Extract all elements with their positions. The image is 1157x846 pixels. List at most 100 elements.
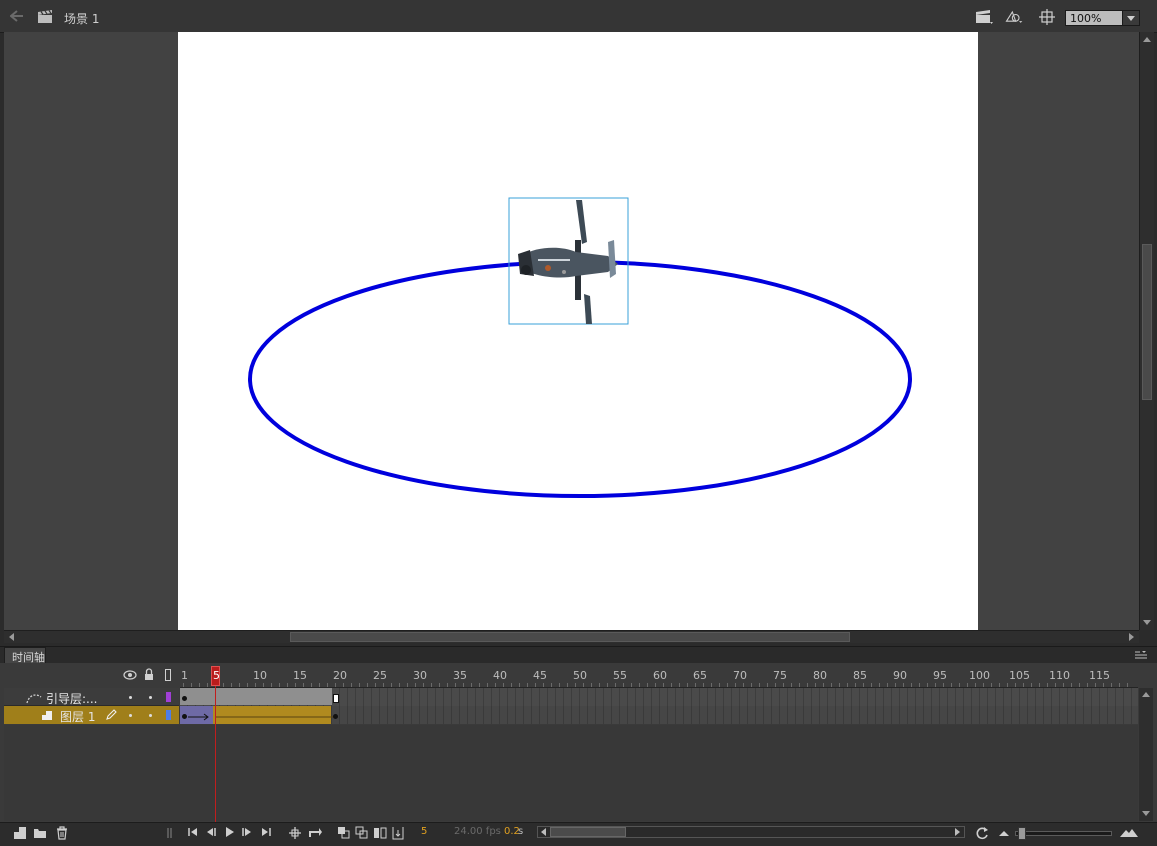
- lock-icon[interactable]: [144, 668, 154, 681]
- edit-multiple-frames-icon[interactable]: [373, 826, 387, 840]
- frame-rate[interactable]: 24.00 fps: [454, 826, 501, 837]
- ruler-tick: [487, 683, 488, 687]
- center-frame-icon[interactable]: [288, 826, 302, 840]
- playhead[interactable]: 5: [211, 666, 220, 686]
- panel-menu-icon[interactable]: [1134, 650, 1148, 660]
- onion-skin-icon[interactable]: [337, 826, 351, 840]
- ruler-tick: [695, 683, 696, 687]
- ruler-number: 95: [933, 669, 947, 682]
- scroll-right-icon[interactable]: [954, 828, 962, 836]
- ruler-tick: [799, 683, 800, 687]
- ruler-tick: [759, 683, 760, 687]
- frame-span[interactable]: [180, 688, 332, 705]
- current-frame[interactable]: 5: [421, 826, 427, 837]
- edit-scene-icon[interactable]: [974, 8, 994, 26]
- stage[interactable]: [178, 32, 978, 630]
- frames-row-layer1[interactable]: [180, 706, 1138, 724]
- layer-row-guide[interactable]: 引导层:...: [4, 688, 179, 706]
- timeline-empty-area[interactable]: [4, 725, 1138, 821]
- zoom-out-mountain-icon[interactable]: [998, 826, 1010, 840]
- keyframe[interactable]: [182, 696, 187, 701]
- outline-icon[interactable]: [165, 669, 171, 681]
- scroll-down-icon[interactable]: [1141, 810, 1151, 818]
- ruler-tick: [191, 683, 192, 687]
- ruler-tick: [423, 683, 424, 687]
- stage-horizontal-scrollbar[interactable]: [4, 630, 1139, 643]
- scroll-right-icon[interactable]: [1128, 632, 1136, 642]
- ruler-tick: [247, 683, 248, 687]
- goto-last-frame-icon[interactable]: [260, 826, 272, 840]
- ruler-number: 55: [613, 669, 627, 682]
- ruler-tick: [639, 683, 640, 687]
- helicopter-symbol[interactable]: [508, 197, 629, 325]
- ruler-tick: [279, 683, 280, 687]
- play-icon[interactable]: [224, 826, 236, 840]
- ruler-tick: [719, 683, 720, 687]
- back-arrow-icon[interactable]: [10, 10, 24, 22]
- loop-icon[interactable]: [307, 826, 323, 840]
- tab-timeline[interactable]: 时间轴: [4, 647, 46, 664]
- ruler-tick: [1071, 683, 1072, 687]
- ruler-tick: [663, 683, 664, 687]
- end-frame[interactable]: [333, 694, 339, 703]
- layer-color-chip[interactable]: [166, 710, 171, 720]
- ruler-tick: [775, 683, 776, 687]
- visibility-dot[interactable]: [129, 714, 132, 717]
- zoom-in-mountain-icon[interactable]: [1119, 826, 1139, 840]
- step-back-icon[interactable]: [205, 826, 217, 840]
- lock-dot[interactable]: [149, 696, 152, 699]
- lock-dot[interactable]: [149, 714, 152, 717]
- ruler-tick: [879, 683, 880, 687]
- onion-skin-outlines-icon[interactable]: [355, 826, 369, 840]
- trash-icon[interactable]: [55, 826, 69, 840]
- ruler-number: 105: [1009, 669, 1030, 682]
- scroll-thumb[interactable]: [550, 827, 626, 837]
- ruler-tick: [1095, 683, 1096, 687]
- ruler-tick: [711, 683, 712, 687]
- ruler-number: 115: [1089, 669, 1110, 682]
- refresh-icon[interactable]: [974, 826, 990, 840]
- timeline-vertical-scrollbar[interactable]: [1139, 688, 1153, 821]
- scroll-left-icon[interactable]: [7, 632, 15, 642]
- scroll-left-icon[interactable]: [539, 828, 547, 836]
- edit-symbol-icon[interactable]: [1004, 8, 1024, 26]
- step-forward-icon[interactable]: [241, 826, 253, 840]
- ruler-tick: [1039, 683, 1040, 687]
- ruler-tick: [399, 683, 400, 687]
- new-folder-icon[interactable]: [33, 826, 47, 840]
- ruler-tick: [863, 683, 864, 687]
- ruler-tick: [991, 683, 992, 687]
- scroll-thumb[interactable]: [290, 632, 850, 642]
- scroll-up-icon[interactable]: [1142, 35, 1152, 43]
- stage-vertical-scrollbar[interactable]: [1139, 32, 1154, 630]
- ruler-tick: [895, 683, 896, 687]
- zoom-select[interactable]: 100%: [1065, 10, 1140, 26]
- visibility-dot[interactable]: [129, 696, 132, 699]
- scroll-thumb[interactable]: [1142, 244, 1152, 400]
- timeline-horizontal-scrollbar[interactable]: [537, 826, 965, 838]
- ruler-tick: [1127, 683, 1128, 687]
- modify-markers-icon[interactable]: [391, 826, 405, 840]
- ruler-tick: [1087, 683, 1088, 687]
- layer-color-chip[interactable]: [166, 692, 171, 702]
- divider-grip-icon[interactable]: [167, 826, 173, 840]
- timeline-zoom-slider[interactable]: [1015, 827, 1112, 840]
- keyframe[interactable]: [333, 714, 338, 719]
- chevron-down-icon[interactable]: [1122, 11, 1139, 25]
- ruler-tick: [919, 683, 920, 687]
- ruler-tick: [1079, 683, 1080, 687]
- eye-icon[interactable]: [123, 670, 137, 680]
- ruler-number: 30: [413, 669, 427, 682]
- scroll-up-icon[interactable]: [1141, 690, 1151, 698]
- new-layer-icon[interactable]: [13, 826, 27, 840]
- layer-row-layer1[interactable]: 图层 1: [4, 706, 179, 724]
- scroll-down-icon[interactable]: [1142, 619, 1152, 627]
- frames-row-guide[interactable]: [180, 688, 1138, 706]
- playhead-line: [215, 686, 216, 822]
- slider-knob[interactable]: [1018, 827, 1026, 840]
- goto-first-frame-icon[interactable]: [187, 826, 199, 840]
- ruler-tick: [975, 683, 976, 687]
- frame-ruler[interactable]: 1510152025303540455055606570758085909510…: [180, 664, 1138, 688]
- keyframe[interactable]: [182, 714, 187, 719]
- center-stage-icon[interactable]: [1037, 8, 1057, 26]
